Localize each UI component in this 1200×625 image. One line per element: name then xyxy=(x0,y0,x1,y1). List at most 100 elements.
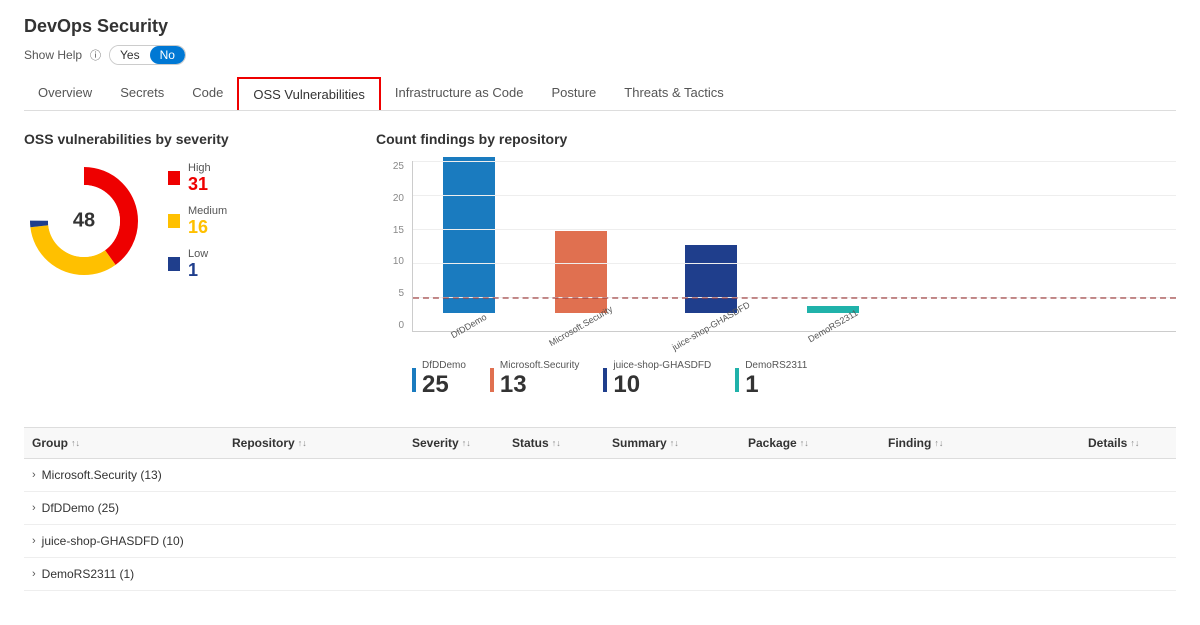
col-details: Details ↑↓ xyxy=(1088,436,1168,450)
row-chevron-2: › xyxy=(32,535,36,547)
col-package: Package ↑↓ xyxy=(748,436,888,450)
y-axis: 0 5 10 15 20 25 xyxy=(376,161,408,331)
donut-total: 48 xyxy=(73,210,95,233)
table-section: Group ↑↓ Repository ↑↓ Severity ↑↓ Statu… xyxy=(24,427,1176,591)
col-summary-sort[interactable]: ↑↓ xyxy=(670,438,679,448)
donut-legend: High 31 Medium 16 Low xyxy=(168,162,227,281)
tab-code[interactable]: Code xyxy=(178,77,237,110)
col-repository-label: Repository xyxy=(232,436,295,450)
col-summary: Summary ↑↓ xyxy=(612,436,748,450)
y-label-15: 15 xyxy=(376,225,404,236)
page-title: DevOps Security xyxy=(24,16,1176,37)
chart-legend-demors2311-bar xyxy=(735,368,739,392)
bar-chart-panel: Count findings by repository 0 5 10 15 2… xyxy=(376,131,1176,399)
row-chevron-0: › xyxy=(32,469,36,481)
tab-threats[interactable]: Threats & Tactics xyxy=(610,77,737,110)
chart-legend-microsoft: Microsoft.Security 13 xyxy=(490,360,579,399)
chart-legend-juice-shop-count: 10 xyxy=(613,371,711,399)
legend-low-count: 1 xyxy=(188,260,208,281)
table-row[interactable]: › Microsoft.Security (13) xyxy=(24,459,1176,492)
page-container: DevOps Security Show Help ⓘ Yes No Overv… xyxy=(0,0,1200,607)
col-status-sort[interactable]: ↑↓ xyxy=(552,438,561,448)
show-help-label: Show Help xyxy=(24,48,82,62)
col-group: Group ↑↓ xyxy=(32,436,232,450)
legend-low-color xyxy=(168,257,180,271)
row-chevron-3: › xyxy=(32,568,36,580)
col-severity-sort[interactable]: ↑↓ xyxy=(462,438,471,448)
chart-legend-demors2311-info: DemoRS2311 1 xyxy=(745,360,807,399)
row-label-3: DemoRS2311 (1) xyxy=(42,567,134,581)
table-row[interactable]: › juice-shop-GHASDFD (10) xyxy=(24,525,1176,558)
tab-secrets[interactable]: Secrets xyxy=(106,77,178,110)
toggle-group: Yes No xyxy=(109,45,186,65)
chart-legend-juice-shop-info: juice-shop-GHASDFD 10 xyxy=(613,360,711,399)
chart-legend-juice-shop-bar xyxy=(603,368,607,392)
col-package-sort[interactable]: ↑↓ xyxy=(800,438,809,448)
grid-line-25 xyxy=(413,161,1176,162)
legend-low-label: Low xyxy=(188,248,208,260)
legend-low-info: Low 1 xyxy=(188,248,208,281)
legend-high-color xyxy=(168,171,180,185)
table-header: Group ↑↓ Repository ↑↓ Severity ↑↓ Statu… xyxy=(24,428,1176,459)
chart-legend-dfddemo-bar xyxy=(412,368,416,392)
col-severity: Severity ↑↓ xyxy=(412,436,512,450)
col-details-label: Details xyxy=(1088,436,1127,450)
chart-legend-dfddemo: DfDDemo 25 xyxy=(412,360,466,399)
table-row[interactable]: › DemoRS2311 (1) xyxy=(24,558,1176,591)
chart-legend-dfddemo-info: DfDDemo 25 xyxy=(422,360,466,399)
tab-posture[interactable]: Posture xyxy=(537,77,610,110)
tab-iac[interactable]: Infrastructure as Code xyxy=(381,77,538,110)
table-row[interactable]: › DfDDemo (25) xyxy=(24,492,1176,525)
main-content: OSS vulnerabilities by severity 48 xyxy=(24,131,1176,399)
chart-legend-microsoft-label: Microsoft.Security xyxy=(500,360,579,371)
chart-area: DfDDemo Microsoft.Security juice-shop-GH… xyxy=(412,161,1176,332)
grid-line-10 xyxy=(413,263,1176,264)
legend-high-count: 31 xyxy=(188,174,211,195)
bar-chart-title: Count findings by repository xyxy=(376,131,1176,147)
col-finding-label: Finding xyxy=(888,436,931,450)
col-repository-sort[interactable]: ↑↓ xyxy=(298,438,307,448)
chart-legend-microsoft-count: 13 xyxy=(500,371,579,399)
col-status: Status ↑↓ xyxy=(512,436,612,450)
row-chevron-1: › xyxy=(32,502,36,514)
help-icon[interactable]: ⓘ xyxy=(90,47,101,63)
y-label-0: 0 xyxy=(376,320,404,331)
col-group-sort[interactable]: ↑↓ xyxy=(71,438,80,448)
chart-legend-dfddemo-count: 25 xyxy=(422,371,466,399)
legend-low: Low 1 xyxy=(168,248,227,281)
chart-legend-demors2311-label: DemoRS2311 xyxy=(745,360,807,371)
grid-line-15 xyxy=(413,229,1176,230)
donut-area: 48 High 31 Medium 16 xyxy=(24,161,344,281)
legend-medium: Medium 16 xyxy=(168,205,227,238)
y-label-10: 10 xyxy=(376,256,404,267)
donut-chart: 48 xyxy=(24,161,144,281)
chart-legend-microsoft-info: Microsoft.Security 13 xyxy=(500,360,579,399)
col-finding: Finding ↑↓ xyxy=(888,436,1088,450)
col-repository: Repository ↑↓ xyxy=(232,436,412,450)
show-help-row: Show Help ⓘ Yes No xyxy=(24,45,1176,65)
chart-legend-juice-shop-label: juice-shop-GHASDFD xyxy=(613,360,711,371)
legend-medium-color xyxy=(168,214,180,228)
chart-legend-microsoft-bar xyxy=(490,368,494,392)
col-package-label: Package xyxy=(748,436,797,450)
legend-high-info: High 31 xyxy=(188,162,211,195)
legend-medium-count: 16 xyxy=(188,217,227,238)
legend-high-label: High xyxy=(188,162,211,174)
col-finding-sort[interactable]: ↑↓ xyxy=(934,438,943,448)
chart-legend-dfddemo-label: DfDDemo xyxy=(422,360,466,371)
y-label-5: 5 xyxy=(376,288,404,299)
toggle-no[interactable]: No xyxy=(150,46,185,64)
y-label-20: 20 xyxy=(376,193,404,204)
donut-title: OSS vulnerabilities by severity xyxy=(24,131,344,147)
tab-oss-vulnerabilities[interactable]: OSS Vulnerabilities xyxy=(237,77,381,110)
row-label-1: DfDDemo (25) xyxy=(42,501,119,515)
chart-legend: DfDDemo 25 Microsoft.Security 13 juice-s… xyxy=(376,360,1176,399)
row-label-2: juice-shop-GHASDFD (10) xyxy=(42,534,184,548)
chart-legend-juice-shop: juice-shop-GHASDFD 10 xyxy=(603,360,711,399)
grid-line-20 xyxy=(413,195,1176,196)
toggle-yes[interactable]: Yes xyxy=(110,46,150,64)
col-details-sort[interactable]: ↑↓ xyxy=(1130,438,1139,448)
col-group-label: Group xyxy=(32,436,68,450)
tab-overview[interactable]: Overview xyxy=(24,77,106,110)
grid-lines xyxy=(413,161,1176,331)
